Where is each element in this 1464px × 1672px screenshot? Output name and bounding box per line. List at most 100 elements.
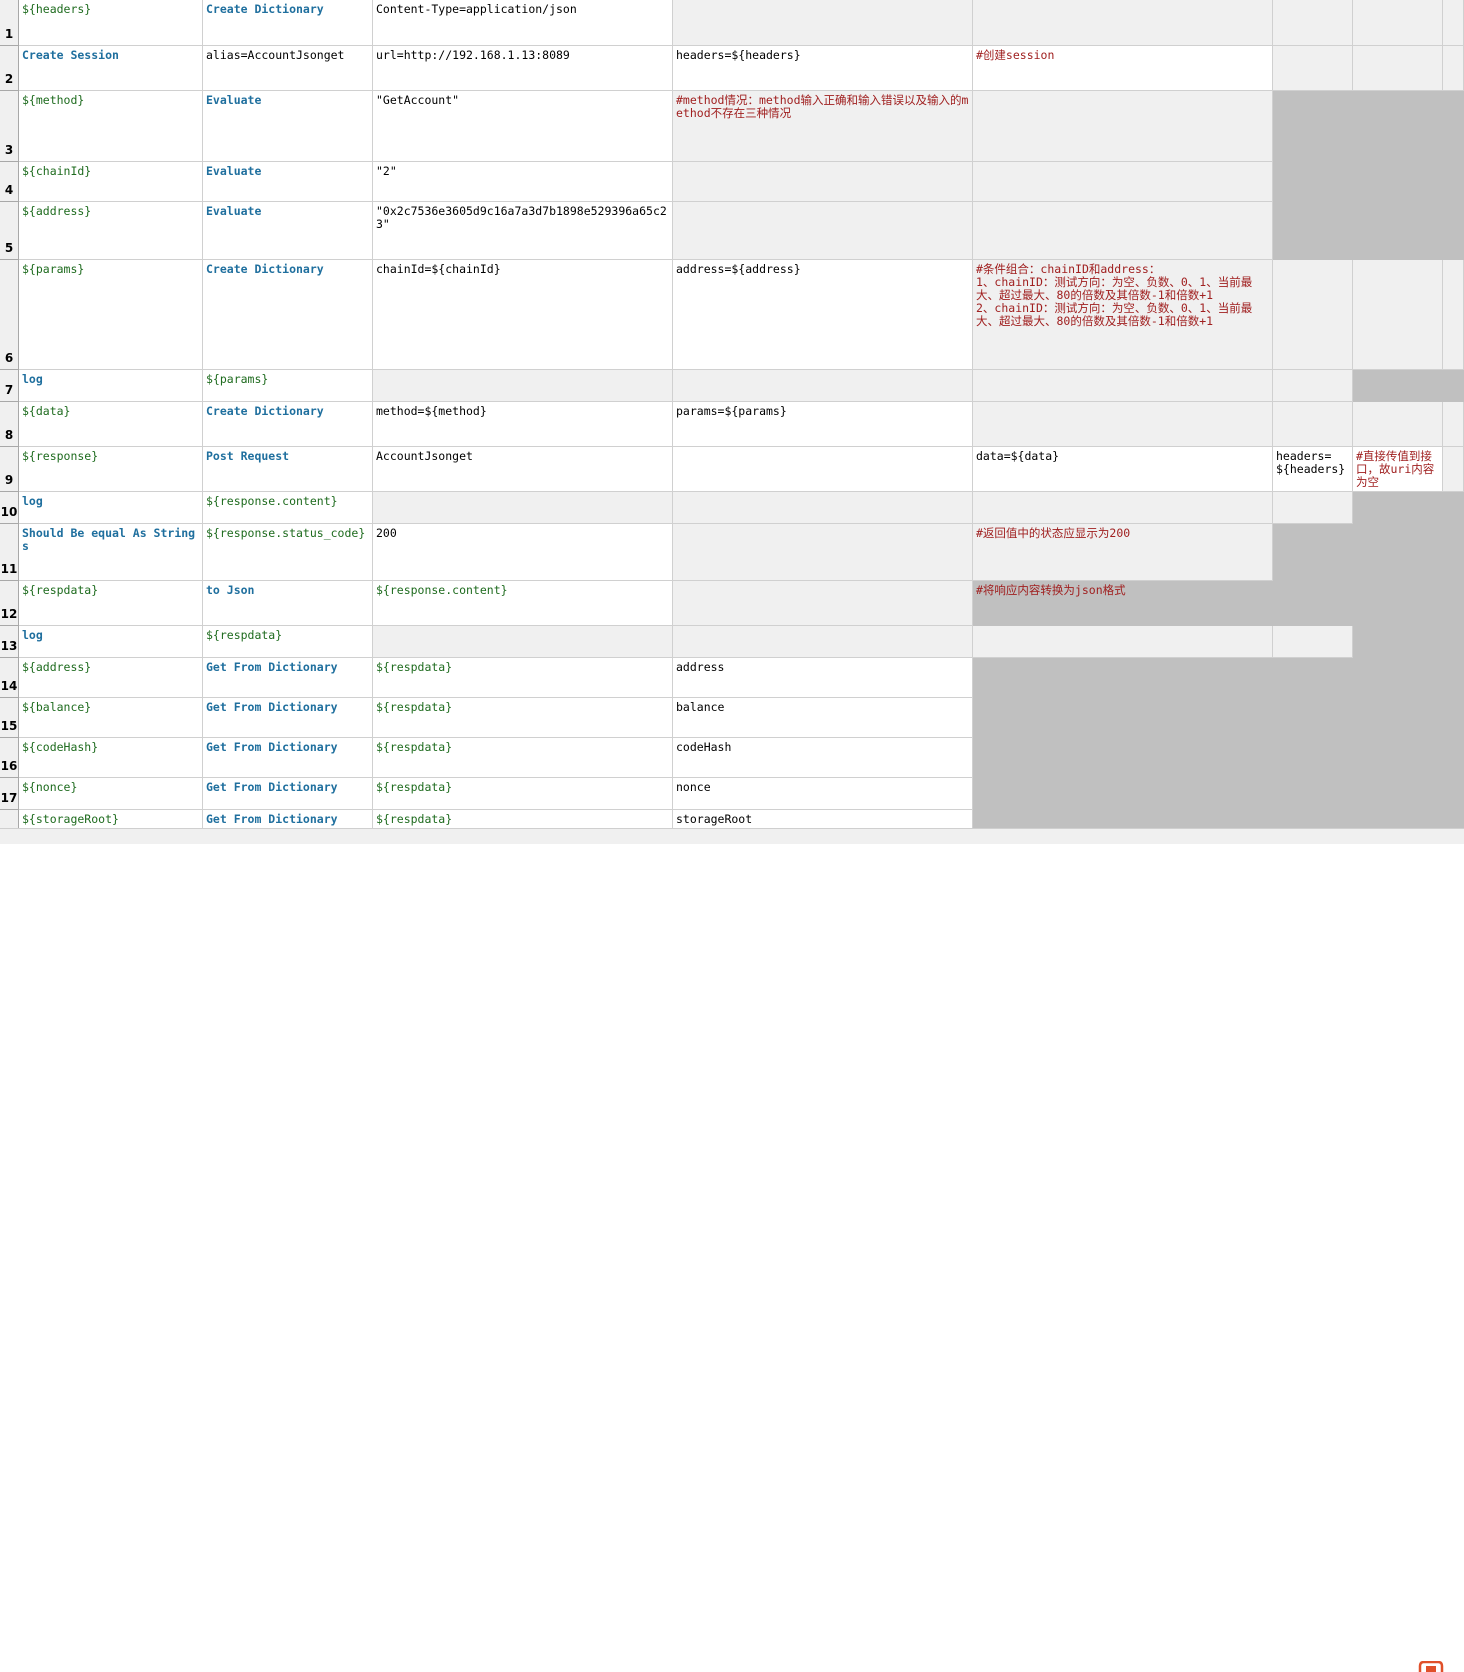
grid-cell[interactable] xyxy=(673,581,973,626)
grid-cell[interactable]: log xyxy=(19,492,203,524)
grid-cell[interactable] xyxy=(1443,370,1464,402)
grid-cell[interactable] xyxy=(1273,162,1353,202)
grid-cell[interactable]: ${respdata} xyxy=(373,778,673,810)
grid-cell[interactable] xyxy=(973,626,1273,658)
row-number[interactable]: 14 xyxy=(0,658,19,698)
row-number[interactable]: 9 xyxy=(0,447,19,492)
row-number[interactable]: 18 xyxy=(0,810,19,828)
grid-cell[interactable] xyxy=(1443,447,1464,492)
grid-cell[interactable] xyxy=(1273,778,1353,810)
grid-cell[interactable]: url=http://192.168.1.13:8089 xyxy=(373,46,673,91)
grid-cell[interactable]: #method情况：method输入正确和输入错误以及输入的method不存在三… xyxy=(673,91,973,162)
grid-cell[interactable]: ${headers} xyxy=(19,0,203,46)
grid-cell[interactable]: ${respdata} xyxy=(373,698,673,738)
grid-cell[interactable]: #条件组合：chainID和address： 1、chainID：测试方向：为空… xyxy=(973,260,1273,370)
grid-cell[interactable]: ${respdata} xyxy=(203,626,373,658)
grid-cell[interactable] xyxy=(1353,202,1443,260)
grid-cell[interactable] xyxy=(973,658,1273,698)
grid-cell[interactable] xyxy=(1273,626,1353,658)
grid-cell[interactable]: ${params} xyxy=(19,260,203,370)
grid-cell[interactable]: Create Dictionary xyxy=(203,260,373,370)
grid-cell[interactable]: 200 xyxy=(373,524,673,581)
grid-cell[interactable] xyxy=(673,162,973,202)
grid-cell[interactable] xyxy=(973,370,1273,402)
grid-cell[interactable]: to Json xyxy=(203,581,373,626)
grid-cell[interactable] xyxy=(1443,778,1464,810)
grid-cell[interactable] xyxy=(1273,810,1353,828)
grid-cell[interactable] xyxy=(1443,810,1464,828)
grid-cell[interactable] xyxy=(1353,658,1443,698)
grid-cell[interactable] xyxy=(1443,402,1464,447)
row-number[interactable]: 3 xyxy=(0,91,19,162)
grid-cell[interactable]: log xyxy=(19,626,203,658)
grid-cell[interactable] xyxy=(673,370,973,402)
grid-cell[interactable] xyxy=(673,626,973,658)
grid-cell[interactable]: ${address} xyxy=(19,658,203,698)
grid-cell[interactable]: ${chainId} xyxy=(19,162,203,202)
grid-cell[interactable] xyxy=(973,0,1273,46)
grid-cell[interactable]: Get From Dictionary xyxy=(203,810,373,828)
grid-cell[interactable] xyxy=(1353,370,1443,402)
row-number[interactable]: 15 xyxy=(0,698,19,738)
grid-cell[interactable]: Get From Dictionary xyxy=(203,778,373,810)
grid-cell[interactable] xyxy=(1443,492,1464,524)
grid-cell[interactable]: Should Be equal As Strings xyxy=(19,524,203,581)
row-number[interactable]: 17 xyxy=(0,778,19,810)
grid-cell[interactable] xyxy=(1273,260,1353,370)
grid-cell[interactable] xyxy=(1273,524,1353,581)
grid-cell[interactable] xyxy=(1443,698,1464,738)
grid-cell[interactable] xyxy=(1353,738,1443,778)
grid-cell[interactable] xyxy=(1273,402,1353,447)
grid-cell[interactable] xyxy=(1273,91,1353,162)
grid-cell[interactable]: address=${address} xyxy=(673,260,973,370)
grid-cell[interactable]: ${params} xyxy=(203,370,373,402)
grid-cell[interactable] xyxy=(1273,581,1353,626)
row-number[interactable]: 5 xyxy=(0,202,19,260)
grid-cell[interactable]: #直接传值到接口，故uri内容为空 xyxy=(1353,447,1443,492)
grid-cell[interactable] xyxy=(1273,46,1353,91)
row-number[interactable]: 7 xyxy=(0,370,19,402)
grid-cell[interactable] xyxy=(1353,626,1443,658)
grid-cell[interactable] xyxy=(1273,658,1353,698)
grid-cell[interactable] xyxy=(673,0,973,46)
grid-cell[interactable] xyxy=(373,370,673,402)
grid-cell[interactable]: codeHash xyxy=(673,738,973,778)
grid-cell[interactable] xyxy=(1273,202,1353,260)
grid-cell[interactable] xyxy=(673,447,973,492)
grid-cell[interactable]: log xyxy=(19,370,203,402)
grid-cell[interactable]: "0x2c7536e3605d9c16a7a3d7b1898e529396a65… xyxy=(373,202,673,260)
grid-cell[interactable] xyxy=(373,626,673,658)
grid-cell[interactable]: Get From Dictionary xyxy=(203,658,373,698)
grid-cell[interactable]: Get From Dictionary xyxy=(203,738,373,778)
grid-cell[interactable]: #创建session xyxy=(973,46,1273,91)
grid-cell[interactable] xyxy=(1353,46,1443,91)
grid-cell[interactable] xyxy=(973,91,1273,162)
grid-cell[interactable]: address xyxy=(673,658,973,698)
grid-cell[interactable]: ${response.content} xyxy=(373,581,673,626)
grid-cell[interactable]: balance xyxy=(673,698,973,738)
grid-cell[interactable]: storageRoot xyxy=(673,810,973,828)
grid-cell[interactable] xyxy=(1353,524,1443,581)
grid-cell[interactable] xyxy=(973,492,1273,524)
grid-cell[interactable] xyxy=(973,778,1273,810)
grid-cell[interactable] xyxy=(673,492,973,524)
grid-cell[interactable] xyxy=(1273,738,1353,778)
grid-cell[interactable] xyxy=(973,162,1273,202)
row-number[interactable]: 13 xyxy=(0,626,19,658)
grid-cell[interactable] xyxy=(1353,0,1443,46)
grid-cell[interactable]: Get From Dictionary xyxy=(203,698,373,738)
grid-cell[interactable] xyxy=(1353,581,1443,626)
row-number[interactable]: 8 xyxy=(0,402,19,447)
grid-cell[interactable]: nonce xyxy=(673,778,973,810)
row-number[interactable]: 6 xyxy=(0,260,19,370)
grid-cell[interactable]: ${response.status_code} xyxy=(203,524,373,581)
grid-cell[interactable]: Evaluate xyxy=(203,202,373,260)
grid-cell[interactable]: ${balance} xyxy=(19,698,203,738)
grid-cell[interactable] xyxy=(1443,581,1464,626)
grid-cell[interactable] xyxy=(1273,370,1353,402)
grid-cell[interactable] xyxy=(1443,202,1464,260)
grid-cell[interactable]: #返回值中的状态应显示为200 xyxy=(973,524,1273,581)
grid-cell[interactable] xyxy=(1273,492,1353,524)
grid-cell[interactable] xyxy=(1353,810,1443,828)
grid-cell[interactable] xyxy=(973,738,1273,778)
